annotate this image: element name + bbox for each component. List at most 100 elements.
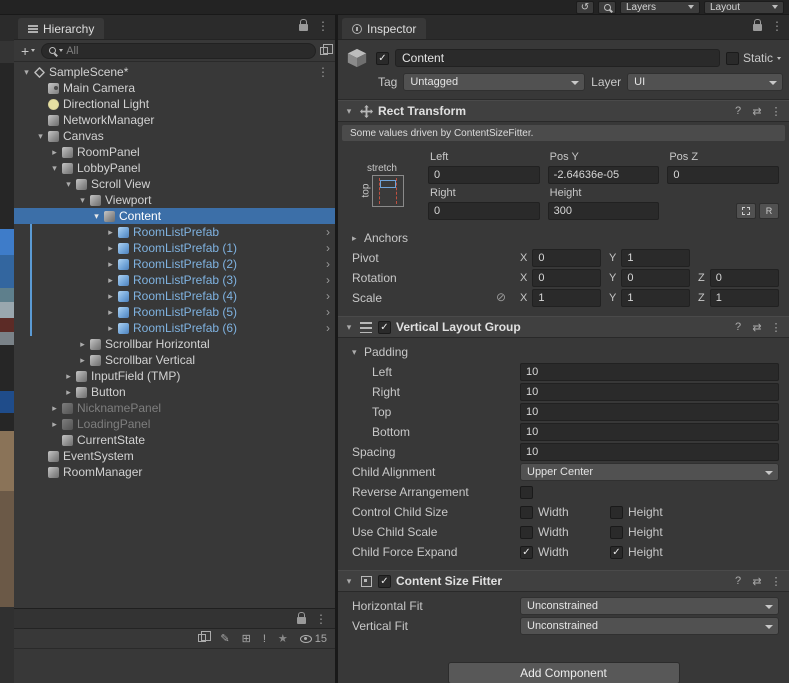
tag-dropdown[interactable]: Untagged xyxy=(403,73,586,91)
expander-icon[interactable]: ▸ xyxy=(104,275,117,286)
kebab-menu-icon[interactable]: ⋮ xyxy=(769,321,783,334)
presets-icon[interactable]: ⇄ xyxy=(750,575,764,588)
kebab-menu-icon[interactable]: ⋮ xyxy=(315,613,327,625)
add-component-button[interactable]: Add Component xyxy=(447,662,680,683)
expander-icon[interactable]: ▸ xyxy=(48,419,61,430)
rotation-y-field[interactable]: 0 xyxy=(621,269,690,287)
tree-row[interactable]: RoomManager xyxy=(14,464,335,480)
anchors-foldout-icon[interactable]: ▸ xyxy=(352,233,364,244)
expander-icon[interactable]: ▸ xyxy=(104,291,117,302)
tree-row[interactable]: Main Camera xyxy=(14,80,335,96)
tree-row[interactable]: Directional Light xyxy=(14,96,335,112)
lock-icon[interactable] xyxy=(299,19,308,31)
search-expand-icon[interactable] xyxy=(320,43,333,58)
width-checkbox[interactable] xyxy=(520,505,533,519)
width-checkbox[interactable] xyxy=(520,525,533,539)
expander-icon[interactable]: ▾ xyxy=(48,163,61,174)
component-enabled-checkbox[interactable] xyxy=(378,574,391,588)
tab-inspector[interactable]: Inspector xyxy=(342,18,427,39)
expander-icon[interactable]: ▾ xyxy=(62,179,75,190)
tree-row[interactable]: ▸ RoomListPrefab (2) › xyxy=(14,256,335,272)
height-field[interactable]: 300 xyxy=(547,202,660,220)
tree-row[interactable]: ▸ RoomListPrefab (4) › xyxy=(14,288,335,304)
foldout-icon[interactable]: ▾ xyxy=(344,322,354,333)
tree-row[interactable]: ▸ Button xyxy=(14,384,335,400)
scale-z-field[interactable]: 1 xyxy=(709,289,779,307)
expander-icon[interactable]: ▸ xyxy=(76,355,89,366)
padding-value-field[interactable]: 10 xyxy=(520,423,779,441)
lock-icon[interactable] xyxy=(297,612,306,624)
prefab-open-chevron-icon[interactable]: › xyxy=(326,257,330,271)
pos-z-field[interactable]: 0 xyxy=(667,166,779,184)
expander-icon[interactable]: ▸ xyxy=(104,259,117,270)
expander-icon[interactable]: ▾ xyxy=(90,211,103,222)
tab-hierarchy[interactable]: Hierarchy xyxy=(18,18,105,39)
prefab-open-chevron-icon[interactable]: › xyxy=(326,305,330,319)
tree-row[interactable]: ▾ LobbyPanel xyxy=(14,160,335,176)
blueprint-mode-button[interactable] xyxy=(735,203,756,219)
reverse-arrangement-checkbox[interactable] xyxy=(520,485,533,499)
scale-x-field[interactable]: 1 xyxy=(532,289,601,307)
expander-icon[interactable]: ▸ xyxy=(104,243,117,254)
prefab-open-chevron-icon[interactable]: › xyxy=(326,273,330,287)
prefab-open-chevron-icon[interactable]: › xyxy=(326,225,330,239)
tree-row[interactable]: ▾ Canvas xyxy=(14,128,335,144)
presets-icon[interactable]: ⇄ xyxy=(750,105,764,118)
tree-row[interactable]: CurrentState xyxy=(14,432,335,448)
grid-icon[interactable] xyxy=(198,630,212,645)
anchor-preset-widget[interactable] xyxy=(372,175,404,207)
prefab-open-chevron-icon[interactable]: › xyxy=(326,241,330,255)
tree-row[interactable]: ▸ Scrollbar Horizontal xyxy=(14,336,335,352)
static-caret-icon[interactable] xyxy=(777,56,781,60)
pivot-x-field[interactable]: 0 xyxy=(532,249,601,267)
width-checkbox[interactable] xyxy=(520,545,533,559)
component-enabled-checkbox[interactable] xyxy=(378,320,391,334)
raw-edit-mode-button[interactable]: R xyxy=(758,203,779,219)
layout-dropdown[interactable]: Layout xyxy=(704,0,784,14)
tree-row[interactable]: ▸ Scrollbar Vertical xyxy=(14,352,335,368)
static-checkbox[interactable] xyxy=(725,51,739,65)
warning-icon[interactable]: ! xyxy=(263,633,266,645)
expander-icon[interactable]: ▸ xyxy=(62,371,75,382)
constrain-proportions-icon[interactable]: ⊘ xyxy=(496,290,506,304)
padding-value-field[interactable]: 10 xyxy=(520,383,779,401)
favorites-star-icon[interactable]: ★ xyxy=(278,632,288,645)
height-checkbox[interactable] xyxy=(610,525,623,539)
fit-dropdown[interactable]: Unconstrained xyxy=(520,617,779,635)
tree-row[interactable]: ▸ RoomListPrefab (1) › xyxy=(14,240,335,256)
lock-icon[interactable] xyxy=(753,19,762,31)
padding-value-field[interactable]: 10 xyxy=(520,363,779,381)
tree-row[interactable]: ▸ RoomListPrefab (6) › xyxy=(14,320,335,336)
search-filter-caret-icon[interactable] xyxy=(59,49,64,52)
search-icon[interactable] xyxy=(598,0,616,14)
foldout-icon[interactable]: ▾ xyxy=(344,106,354,117)
tree-row[interactable]: ▸ RoomListPrefab (3) › xyxy=(14,272,335,288)
layer-dropdown[interactable]: UI xyxy=(627,73,783,91)
expander-icon[interactable]: ▾ xyxy=(34,131,47,142)
expander-icon[interactable]: ▸ xyxy=(62,387,75,398)
presets-icon[interactable]: ⇄ xyxy=(750,321,764,334)
kebab-menu-icon[interactable]: ⋮ xyxy=(317,20,329,32)
prefab-open-chevron-icon[interactable]: › xyxy=(326,289,330,303)
rect-transform-header[interactable]: ▾ Rect Transform ? ⇄ ⋮ xyxy=(338,100,789,122)
kebab-menu-icon[interactable]: ⋮ xyxy=(769,105,783,118)
kebab-menu-icon[interactable]: ⋮ xyxy=(769,575,783,588)
scale-y-field[interactable]: 1 xyxy=(621,289,690,307)
kebab-menu-icon[interactable]: ⋮ xyxy=(771,20,783,32)
tree-row[interactable]: ▸ NicknamePanel xyxy=(14,400,335,416)
height-checkbox[interactable] xyxy=(610,545,623,559)
hierarchy-search-input[interactable]: All xyxy=(41,42,316,59)
rotation-x-field[interactable]: 0 xyxy=(532,269,601,287)
static-toggle[interactable]: Static xyxy=(725,51,783,65)
help-icon[interactable]: ? xyxy=(731,321,745,333)
tree-row[interactable]: NetworkManager xyxy=(14,112,335,128)
tree-row[interactable]: ▾ Scroll View xyxy=(14,176,335,192)
pivot-y-field[interactable]: 1 xyxy=(621,249,690,267)
right-field[interactable]: 0 xyxy=(428,202,540,220)
help-icon[interactable]: ? xyxy=(731,575,745,587)
layers-dropdown[interactable]: Layers xyxy=(620,0,700,14)
help-icon[interactable]: ? xyxy=(731,105,745,117)
tree-row[interactable]: ▸ RoomListPrefab › xyxy=(14,224,335,240)
undo-history-icon[interactable]: ↺ xyxy=(576,0,594,14)
expander-icon[interactable]: ▸ xyxy=(104,307,117,318)
